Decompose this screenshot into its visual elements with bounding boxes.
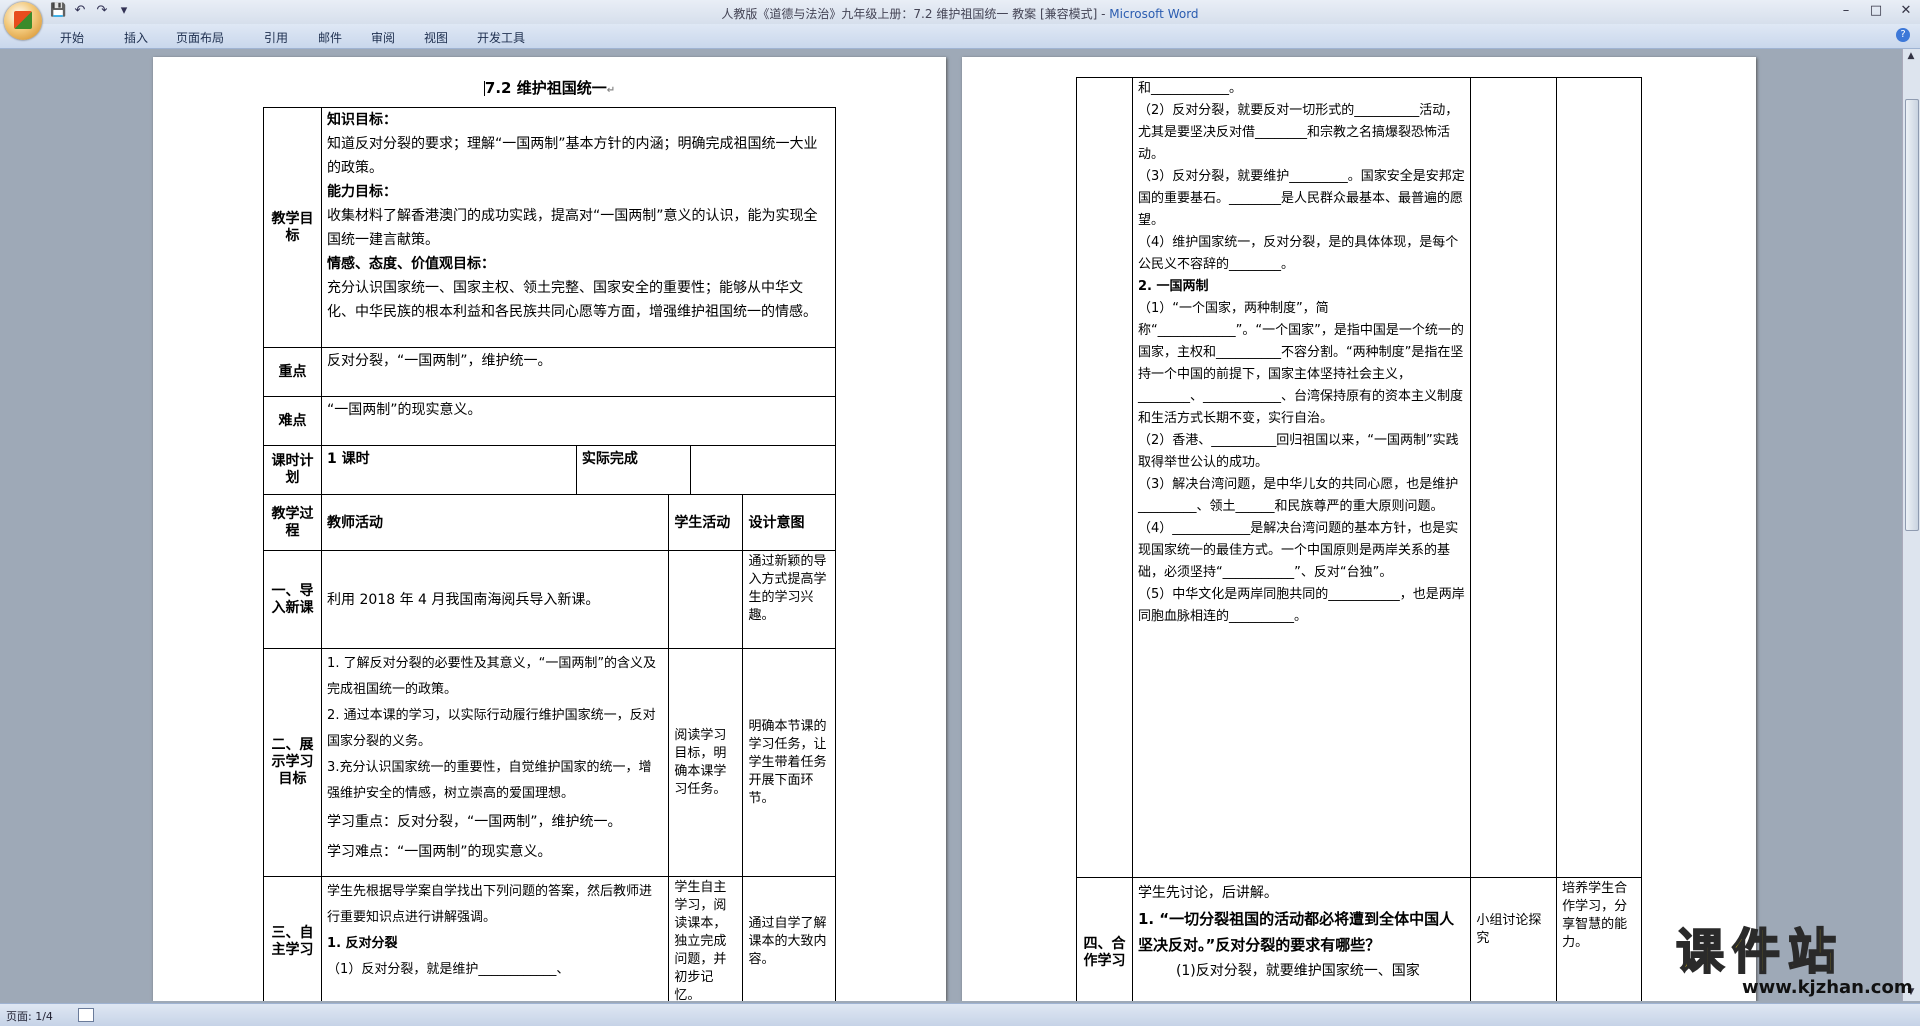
content-line: （3）反对分裂，就要维护_________。国家安全是安邦定国的重要基石。___… [1137,169,1465,228]
document-heading: 7.2 维护祖国统一↵ [483,79,616,97]
window-controls: – □ ✕ [1838,3,1914,18]
col-design: 设计意图 [742,494,836,551]
hours-value[interactable]: 1 课时 [321,445,577,495]
content-line: （2）香港、__________回归祖国以来，“一国两制”实践取得举世公认的成功… [1137,433,1459,470]
section-4-text-3: (1)反对分裂，就要维护国家统一、国家 [1175,963,1420,979]
objectives-label: 教学目标 [262,107,323,348]
tab-mailings[interactable]: 邮件 [318,29,371,46]
section-2-item-1: 1. 了解反对分裂的必要性及其意义，“一国两制”的含义及完成祖国统一的政策。 [327,656,657,697]
difficulty-text[interactable]: “一国两制”的现实意义。 [321,396,836,446]
section-1-label: 一、导入新课 [262,550,323,649]
scroll-up-icon[interactable]: ▲ [1905,51,1917,63]
hours-label: 课时计划 [262,445,323,495]
continued-content-cell[interactable]: 和____________。 （2）反对分裂，就要反对一切形式的________… [1131,77,1472,878]
actual-value[interactable] [689,445,837,495]
section-2-teacher[interactable]: 1. 了解反对分裂的必要性及其意义，“一国两制”的含义及完成祖国统一的政策。 2… [321,648,670,877]
section-2-label: 二、展示学习目标 [262,648,323,877]
watermark-logo: 课件站 www.kjzhan.com [1660,924,1913,998]
section-4-teacher[interactable]: 学生先讨论，后讲解。 1. “一切分裂祖国的活动都必将遭到全体中国人坚决反对。”… [1131,877,1472,1001]
section-3-design[interactable]: 通过自学了解课本的大致内容。 [742,876,836,1001]
content-line: （4）____________是解决台湾问题的基本方针，也是实现国家统一的最佳方… [1137,521,1459,580]
maximize-icon[interactable]: □ [1868,3,1884,18]
section-1-teacher[interactable]: 利用 2018 年 4 月我国南海阅兵导入新课。 [321,550,670,649]
section-4-student[interactable]: 小组讨论探究 [1470,877,1558,1001]
lesson-table-continued: 和____________。 （2）反对分裂，就要反对一切形式的________… [1076,77,1642,1001]
section-1-student[interactable] [668,550,744,649]
actual-label: 实际完成 [575,445,691,495]
objectives-cell[interactable]: 知识目标： 知道反对分裂的要求；理解“一国两制”基本方针的内涵；明确完成祖国统一… [321,107,836,348]
section-4-question: 1. “一切分裂祖国的活动都必将遭到全体中国人坚决反对。”反对分裂的要求有哪些？ [1137,910,1455,954]
section-3-text-2: 1. 反对分裂 [327,936,398,951]
section-2-item-2: 2. 通过本课的学习，以实际行动履行维护国家统一，反对国家分裂的义务。 [327,708,656,749]
section-2-difficulty: 学习难点：“一国两制”的现实意义。 [327,844,552,860]
col-teacher: 教师活动 [321,494,670,551]
tab-home[interactable]: 开始 [60,29,124,46]
continued-label-cell [1076,77,1133,878]
ability-title: 能力目标： [327,184,398,200]
section-3-teacher[interactable]: 学生先根据导学案自学找出下列问题的答案，然后教师进行重要知识点进行讲解强调。 1… [321,876,670,1001]
close-icon[interactable]: ✕ [1898,3,1914,18]
continued-design-cell[interactable] [1556,77,1642,878]
watermark-text: 课件站 [1675,924,1845,980]
section-4-design[interactable]: 培养学生合作学习，分享智慧的能力。 [1556,877,1642,1001]
ribbon-tab-bar: 开始 插入 页面布局 引用 邮件 审阅 视图 开发工具 ? [0,24,1920,49]
tab-review[interactable]: 审阅 [371,29,424,46]
tab-insert[interactable]: 插入 [124,29,176,46]
window-title: 人教版《道德与法治》九年级上册：7.2 维护祖国统一 教案 [兼容模式] - M… [0,5,1920,22]
section-2-key: 学习重点：反对分裂，“一国两制”，维护统一。 [327,814,622,830]
minimize-icon[interactable]: – [1838,3,1854,18]
content-line: 和____________。 [1137,81,1242,96]
section-2-item-3: 3.充分认识国家统一的重要性，自觉维护国家的统一，增强维护安全的情感，树立崇高的… [327,760,652,801]
status-bar: 页面: 1/4 [0,1003,1920,1026]
document-title: 人教版《道德与法治》九年级上册：7.2 维护祖国统一 教案 [兼容模式] - [721,7,1110,21]
page-1: 7.2 维护祖国统一↵ 教学目标 知识目标： 知道反对分裂的要求；理解“一国两制… [153,57,946,1001]
app-name: Microsoft Word [1109,7,1199,21]
lesson-table: 教学目标 知识目标： 知道反对分裂的要求；理解“一国两制”基本方针的内涵；明确完… [262,107,837,1001]
section-3-text-1: 学生先根据导学案自学找出下列问题的答案，然后教师进行重要知识点进行讲解强调。 [327,884,653,925]
content-line: （4）维护国家统一，反对分裂，是的具体体现，是每个公民义不容辞的________… [1137,235,1459,272]
emotion-text: 充分认识国家统一、国家主权、领土完整、国家安全的重要性；能够从中华文化、中华民族… [327,280,818,320]
content-line: （5）中华文化是两岸同胞共同的___________，也是两岸同胞血脉相连的__… [1137,587,1465,624]
tab-page-layout[interactable]: 页面布局 [176,29,264,46]
office-logo-icon [14,11,32,29]
section-3-student[interactable]: 学生自主学习，阅读课本，独立完成问题，并初步记忆。 [668,876,744,1001]
help-icon[interactable]: ? [1896,28,1910,42]
scroll-thumb[interactable] [1905,99,1919,531]
section-4-text-1: 学生先讨论，后讲解。 [1137,885,1278,901]
difficulty-label: 难点 [262,396,323,446]
content-line: （3）解决台湾问题，是中华儿女的共同心愿，也是维护_________、领土___… [1137,477,1459,514]
section-2-design[interactable]: 明确本节课的学习任务，让学生带着任务开展下面环节。 [742,648,836,877]
section-1-design[interactable]: 通过新颖的导入方式提高学生的学习兴趣。 [742,550,836,649]
section-3-text-3: （1）反对分裂，就是维护____________、 [327,962,570,977]
watermark-url: www.kjzhan.com [1742,977,1913,998]
page-indicator[interactable]: 页面: 1/4 [6,1008,53,1024]
col-student: 学生活动 [668,494,744,551]
knowledge-text: 知道反对分裂的要求；理解“一国两制”基本方针的内涵；明确完成祖国统一大业的政策。 [327,136,818,176]
office-button[interactable] [4,2,42,40]
content-heading: 2. 一国两制 [1137,279,1209,294]
tab-view[interactable]: 视图 [424,29,477,46]
tab-references[interactable]: 引用 [264,29,318,46]
vertical-scrollbar[interactable]: ▲ ▼ [1902,49,1920,1001]
content-line: （2）反对分裂，就要反对一切形式的__________活动，尤其是要坚决反对借_… [1137,103,1459,162]
key-label: 重点 [262,347,323,397]
content-line: （1）“一个国家，两种制度”，简称“____________”。“一个国家”，是… [1137,301,1464,426]
ability-text: 收集材料了解香港澳门的成功实践，提高对“一国两制”意义的认识，能为实现全国统一建… [327,208,818,248]
knowledge-title: 知识目标： [327,112,398,128]
tab-developer[interactable]: 开发工具 [477,29,547,46]
page-2: 和____________。 （2）反对分裂，就要反对一切形式的________… [962,57,1756,1001]
proofing-icon[interactable] [78,1008,94,1022]
process-label: 教学过程 [262,494,323,551]
section-3-label: 三、自主学习 [262,876,323,1001]
section-4-label: 四、合作学习 [1076,877,1133,1001]
ribbon-tabs: 开始 插入 页面布局 引用 邮件 审阅 视图 开发工具 [60,29,547,46]
emotion-title: 情感、态度、价值观目标： [327,256,496,272]
continued-student-cell[interactable] [1470,77,1558,878]
title-bar: 💾 ↶ ↷ ▾ 人教版《道德与法治》九年级上册：7.2 维护祖国统一 教案 [兼… [0,0,1920,24]
document-area[interactable]: 7.2 维护祖国统一↵ 教学目标 知识目标： 知道反对分裂的要求；理解“一国两制… [0,49,1902,1001]
section-2-student[interactable]: 阅读学习目标，明确本课学习任务。 [668,648,744,877]
key-text[interactable]: 反对分裂，“一国两制”，维护统一。 [321,347,836,397]
